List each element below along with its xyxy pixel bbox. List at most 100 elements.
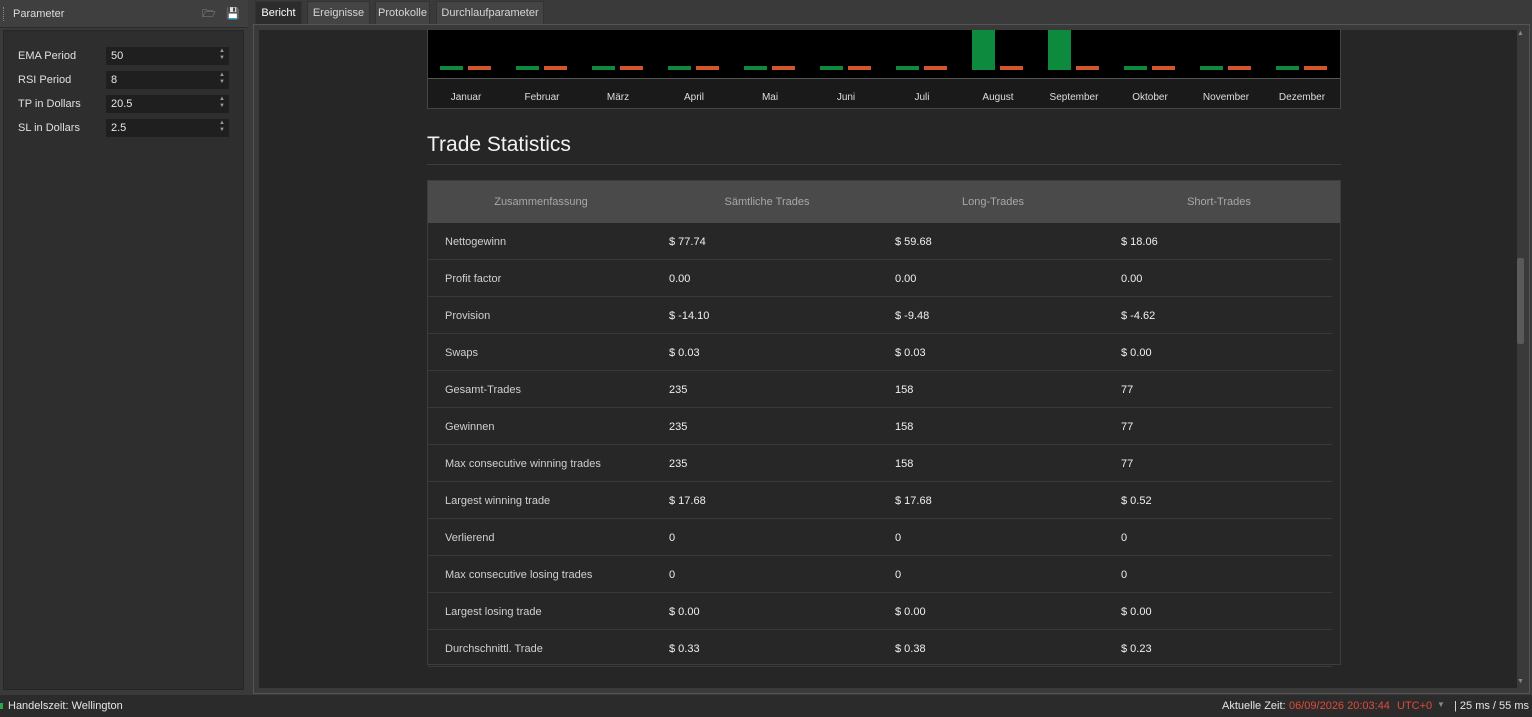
scrollbar-thumb[interactable] <box>1517 258 1524 344</box>
table-cell: $ 0.03 <box>895 347 926 359</box>
table-cell: $ 18.06 <box>1121 236 1158 248</box>
param-label: TP in Dollars <box>18 98 81 110</box>
tp-dollars-input[interactable] <box>106 95 229 113</box>
table-cell: 235 <box>669 458 688 470</box>
ema-period-input[interactable] <box>106 47 229 65</box>
chart-month-label: Oktober <box>1132 92 1168 103</box>
connection-status-icon <box>0 703 3 709</box>
timezone-selector[interactable]: UTC+0 <box>1397 700 1432 712</box>
chart-bar <box>696 66 719 70</box>
table-row: Provision $ -14.10 $ -9.48 $ -4.62 <box>428 297 1332 334</box>
row-label: Provision <box>445 310 491 322</box>
spinner-arrows-icon[interactable]: ▲ ▼ <box>219 72 227 86</box>
table-cell: $ 0.23 <box>1121 643 1152 655</box>
status-bar: Handelszeit: Wellington Aktuelle Zeit: 0… <box>0 695 1532 717</box>
table-row: Verlierend 0 0 0 <box>428 519 1332 556</box>
row-label: Gewinnen <box>445 421 495 433</box>
table-cell: 158 <box>895 384 914 396</box>
table-row: Max consecutive losing trades 0 0 0 <box>428 556 1332 593</box>
param-row-rsi-period: RSI Period ▲▼ <box>4 70 245 90</box>
table-cell: 0 <box>895 569 902 581</box>
parameter-panel: Parameter 🗁 💾 EMA Period ▲▼ RSI Period ▲… <box>0 0 248 694</box>
chart-month-label: Dezember <box>1278 92 1326 103</box>
tab-ereignisse[interactable]: Ereignisse <box>307 1 370 24</box>
row-label: Largest winning trade <box>445 495 551 507</box>
param-label: RSI Period <box>18 74 72 86</box>
table-row: Swaps $ 0.03 $ 0.03 $ 0.00 <box>428 334 1332 371</box>
trading-time: Handelszeit: Wellington <box>8 700 123 712</box>
row-label: Profit factor <box>445 273 502 285</box>
param-label: EMA Period <box>18 50 77 62</box>
panel-grip-icon[interactable] <box>3 7 5 21</box>
section-divider <box>427 164 1341 165</box>
report-tabs: Bericht Ereignisse Protokolle Durchlaufp… <box>252 0 1532 24</box>
chart-bar <box>1276 66 1299 70</box>
scroll-up-icon[interactable]: ▲ <box>1517 30 1524 37</box>
row-label: Nettogewinn <box>445 236 507 248</box>
chart-bar <box>972 30 995 70</box>
chart-month-label: Mai <box>761 92 779 103</box>
chart-bar <box>924 66 947 70</box>
chart-month-label: April <box>683 92 704 103</box>
report-scrollbar[interactable]: ▲ ▼ <box>1516 30 1526 690</box>
table-cell: 0 <box>1121 569 1128 581</box>
chart-month-label: März <box>606 92 630 103</box>
chart-month-label: Februar <box>524 92 560 103</box>
monthly-profit-chart: Januar Februar März April Mai Juni Juli August S… <box>427 30 1341 109</box>
column-header[interactable]: Long-Trades <box>880 196 1106 208</box>
row-label: Max consecutive losing trades <box>445 569 593 581</box>
chart-bar <box>744 66 767 70</box>
chart-bar <box>1304 66 1327 70</box>
table-cell: $ 0.00 <box>669 606 700 618</box>
row-label: Verlierend <box>445 532 495 544</box>
table-cell: 0 <box>669 532 676 544</box>
table-cell: $ 59.68 <box>895 236 932 248</box>
table-cell: 0.00 <box>1121 273 1143 285</box>
table-cell: $ 17.68 <box>895 495 932 507</box>
tab-bericht[interactable]: Bericht <box>255 1 302 24</box>
table-cell: 0 <box>1121 532 1128 544</box>
table-cell: $ -14.10 <box>669 310 710 322</box>
chart-bar <box>1152 66 1175 70</box>
chart-bar <box>772 66 795 70</box>
table-cell: 0 <box>669 569 676 581</box>
table-row: Largest losing trade $ 0.00 $ 0.00 $ 0.00 <box>428 593 1332 630</box>
table-cell: $ 0.00 <box>895 606 926 618</box>
param-row-tp-dollars: TP in Dollars ▲▼ <box>4 94 245 114</box>
chart-month-label: November <box>1202 92 1250 103</box>
row-label: Gesamt-Trades <box>445 384 522 396</box>
sl-dollars-input[interactable] <box>106 119 229 137</box>
table-cell: $ 0.33 <box>669 643 700 655</box>
parameter-list: EMA Period ▲▼ RSI Period ▲▼ TP in Dollar… <box>3 30 244 690</box>
column-header[interactable]: Short-Trades <box>1106 196 1332 208</box>
section-title: Trade Statistics <box>427 133 571 156</box>
chart-bar <box>896 66 919 70</box>
chart-month-label: Juli <box>914 92 930 103</box>
spinner-arrows-icon[interactable]: ▲ ▼ <box>219 120 227 134</box>
chart-month-label: Januar <box>450 92 482 103</box>
column-header[interactable]: Sämtliche Trades <box>654 196 880 208</box>
tab-protokolle[interactable]: Protokolle <box>375 1 430 24</box>
table-row: Nettogewinn $ 77.74 $ 59.68 $ 18.06 <box>428 223 1332 260</box>
chevron-down-icon[interactable]: ▼ <box>1437 700 1445 709</box>
row-label: Durchschnittl. Trade <box>445 643 543 655</box>
spinner-arrows-icon[interactable]: ▲ ▼ <box>219 96 227 110</box>
column-header[interactable]: Zusammenfassung <box>428 196 654 208</box>
table-row: Profit factor 0.00 0.00 0.00 <box>428 260 1332 297</box>
save-icon[interactable]: 💾 <box>226 7 240 21</box>
table-row: Durchschnittl. Trade $ 0.33 $ 0.38 $ 0.23 <box>428 630 1332 667</box>
table-cell: $ 0.52 <box>1121 495 1152 507</box>
spinner-arrows-icon[interactable]: ▲ ▼ <box>219 48 227 62</box>
table-cell: 158 <box>895 421 914 433</box>
scroll-down-icon[interactable]: ▼ <box>1517 678 1524 685</box>
table-cell: $ -9.48 <box>895 310 930 322</box>
tab-durchlaufparameter[interactable]: Durchlaufparameter <box>436 1 544 24</box>
trade-statistics-table: Zusammenfassung Sämtliche Trades Long-Tr… <box>427 180 1341 667</box>
open-folder-icon[interactable]: 🗁 <box>202 7 216 21</box>
rsi-period-input[interactable] <box>106 71 229 89</box>
chart-bar <box>1000 66 1023 70</box>
chart-month-label: Juni <box>836 92 856 103</box>
row-label: Max consecutive winning trades <box>445 458 601 470</box>
table-cell: $ 77.74 <box>669 236 706 248</box>
chart-bar <box>820 66 843 70</box>
